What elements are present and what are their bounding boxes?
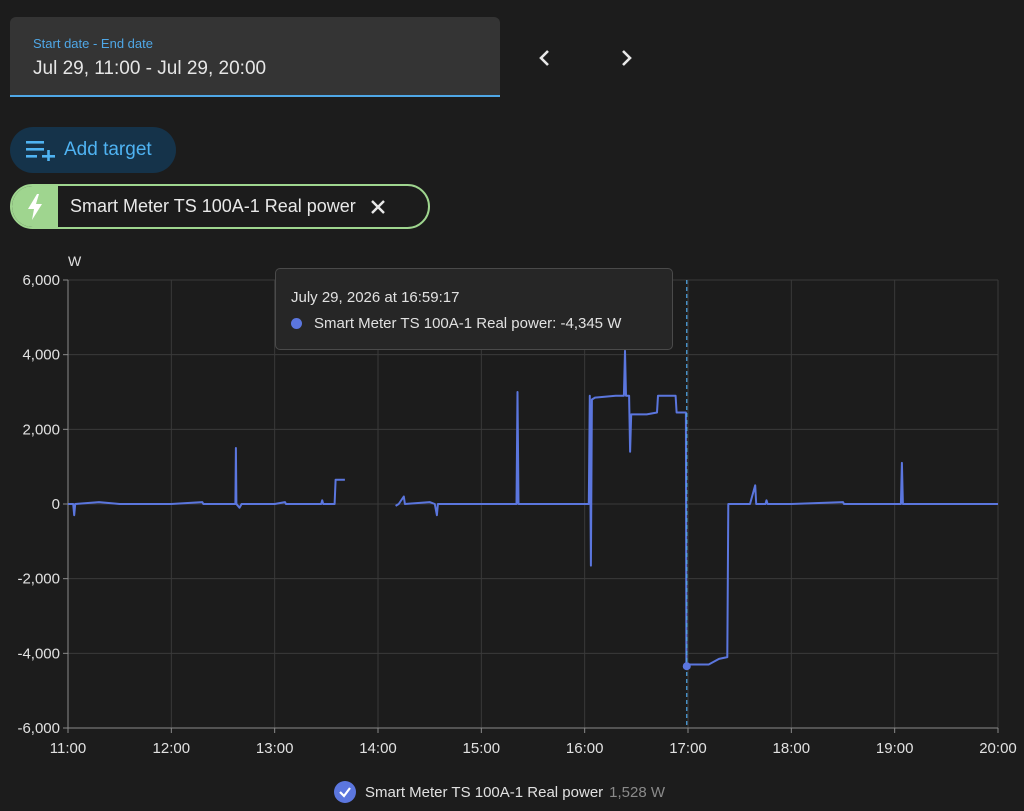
x-tick-label: 15:00 [463,740,501,757]
next-range-button[interactable] [606,38,646,78]
x-axis-ticks: 11:00 12:00 13:00 14:00 15:00 16:00 17:00 18:00… [50,728,1017,757]
series-line [395,349,998,668]
series-lines [68,349,998,668]
date-range-label: Start date - End date [33,36,153,51]
chart-tooltip: July 29, 2026 at 16:59:17 Smart Meter TS… [275,268,673,350]
date-range-picker[interactable]: Start date - End date Jul 29, 11:00 - Ju… [10,17,500,97]
y-tick-label: -6,000 [17,720,60,737]
x-tick-label: 16:00 [566,740,604,757]
x-tick-label: 13:00 [256,740,294,757]
hover-point [682,662,691,671]
y-axis-ticks: 6,000 4,000 2,000 0 -2,000 -4,000 -6,000 [17,272,68,737]
add-target-label: Add target [64,139,152,160]
y-tick-label: 4,000 [22,347,60,364]
y-tick-label: -4,000 [17,645,60,662]
date-range-value: Jul 29, 11:00 - Jul 29, 20:00 [33,58,267,79]
y-tick-label: 6,000 [22,272,60,289]
y-tick-label: 2,000 [22,421,60,438]
legend-series-value: 1,528 W [609,783,666,801]
series-color-dot [291,318,302,329]
add-target-button[interactable]: Add target [10,127,176,173]
target-chip-label: Smart Meter TS 100A-1 Real power [70,196,356,216]
y-tick-label: 0 [52,496,60,513]
flash-icon [28,193,42,220]
target-chip[interactable]: Smart Meter TS 100A-1 Real power [10,184,430,229]
flash-icon-container [12,186,58,227]
tooltip-value: Smart Meter TS 100A-1 Real power: -4,345… [314,315,622,332]
x-tick-label: 18:00 [773,740,811,757]
legend-item[interactable]: Smart Meter TS 100A-1 Real power 1,528 W [334,780,665,804]
playlist-add-icon [26,141,55,161]
check-circle-icon [334,781,356,803]
x-tick-label: 20:00 [979,740,1017,757]
previous-range-button[interactable] [525,38,565,78]
chevron-right-icon [622,50,632,66]
close-icon [370,199,385,214]
x-tick-label: 12:00 [153,740,191,757]
x-tick-label: 11:00 [50,740,86,757]
chevron-left-icon [539,50,549,66]
x-tick-label: 19:00 [876,740,914,757]
legend-series-name: Smart Meter TS 100A-1 Real power [365,783,604,801]
y-tick-label: -2,000 [17,571,60,588]
tooltip-date: July 29, 2026 at 16:59:17 [291,289,460,306]
tooltip-row: Smart Meter TS 100A-1 Real power: -4,345… [291,315,621,332]
x-tick-label: 14:00 [359,740,397,757]
remove-target-button[interactable] [368,197,388,217]
x-tick-label: 17:00 [669,740,707,757]
y-axis-label: W [68,253,82,269]
series-line [68,447,345,517]
